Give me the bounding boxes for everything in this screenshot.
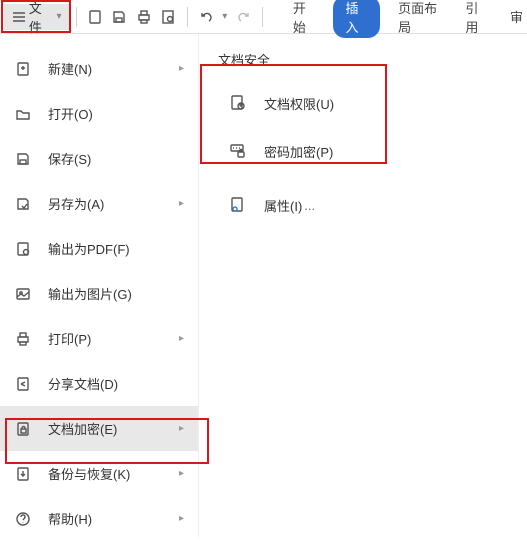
toolbar-divider (76, 7, 77, 27)
submenu-permissions[interactable]: 文档权限(U) (200, 79, 520, 127)
submenu-properties-ellipsis: ... (304, 198, 315, 213)
encrypt-icon (14, 420, 32, 438)
hamburger-icon (12, 10, 25, 24)
menu-open-label: 打开(O) (48, 104, 184, 123)
pdf-icon (14, 240, 32, 258)
menu-export-pdf[interactable]: 输出为PDF(F) (0, 226, 198, 271)
chevron-right-icon: ▸ (179, 468, 184, 479)
undo-icon[interactable] (196, 6, 217, 28)
menu-print-label: 打印(P) (48, 329, 179, 348)
chevron-right-icon: ▸ (179, 333, 184, 344)
submenu-properties[interactable]: 属性(I) ... (200, 181, 520, 229)
tab-review[interactable]: 审 (506, 5, 527, 28)
chevron-right-icon: ▸ (179, 513, 184, 524)
chevron-right-icon: ▸ (179, 423, 184, 434)
menu-pdf-label: 输出为PDF(F) (48, 239, 184, 258)
new-icon (14, 60, 32, 78)
chevron-down-icon: ▾ (56, 11, 61, 22)
menu-backup[interactable]: 备份与恢复(K) ▸ (0, 451, 198, 496)
menu-saveas[interactable]: 另存为(A) ▸ (0, 181, 198, 226)
menu-encrypt-label: 文档加密(E) (48, 419, 179, 438)
menu-backup-label: 备份与恢复(K) (48, 464, 179, 483)
menu-help-label: 帮助(H) (48, 509, 179, 528)
submenu-password-label: 密码加密(P) (264, 142, 333, 161)
menu-save[interactable]: 保存(S) (0, 136, 198, 181)
menu-open[interactable]: 打开(O) (0, 91, 198, 136)
menu-print[interactable]: 打印(P) ▸ (0, 316, 198, 361)
menu-share[interactable]: 分享文档(D) (0, 361, 198, 406)
save-icon[interactable] (109, 6, 130, 28)
saveas-icon (14, 195, 32, 213)
tab-layout[interactable]: 页面布局 (394, 0, 447, 38)
permissions-icon (228, 93, 248, 113)
tab-start[interactable]: 开始 (289, 0, 320, 38)
properties-icon (228, 195, 248, 215)
password-icon (228, 141, 248, 161)
toolbar-divider (187, 7, 188, 27)
file-dropdown-menu: 新建(N) ▸ 打开(O) 保存(S) 另存为(A) ▸ 输出为PDF(F) 输… (0, 34, 199, 537)
redo-icon[interactable] (233, 6, 254, 28)
menu-export-image[interactable]: 输出为图片(G) (0, 271, 198, 316)
top-toolbar: 文件 ▾ ▾ 开始 插入 页面布局 引用 审 (0, 0, 527, 34)
menu-share-label: 分享文档(D) (48, 374, 184, 393)
help-icon (14, 510, 32, 528)
file-menu-label: 文件 (29, 0, 53, 36)
toolbar-divider (262, 7, 263, 27)
save-icon (14, 150, 32, 168)
chevron-right-icon: ▸ (179, 63, 184, 74)
tab-insert[interactable]: 插入 (333, 0, 380, 38)
menu-help[interactable]: 帮助(H) ▸ (0, 496, 198, 541)
image-icon (14, 285, 32, 303)
menu-saveas-label: 另存为(A) (48, 194, 179, 213)
menu-new[interactable]: 新建(N) ▸ (0, 46, 198, 91)
submenu-permissions-label: 文档权限(U) (264, 94, 334, 113)
tab-references[interactable]: 引用 (461, 0, 492, 38)
preview-icon[interactable] (158, 6, 179, 28)
menu-image-label: 输出为图片(G) (48, 284, 184, 303)
print-icon[interactable] (134, 6, 155, 28)
undo-dropdown-icon[interactable]: ▾ (220, 6, 229, 28)
new-doc-icon[interactable] (84, 6, 105, 28)
file-menu-button[interactable]: 文件 ▾ (4, 4, 70, 30)
submenu-properties-label: 属性(I) (264, 196, 302, 215)
backup-icon (14, 465, 32, 483)
submenu-title: 文档安全 (200, 40, 520, 79)
submenu-password[interactable]: 密码加密(P) (200, 127, 520, 175)
ribbon-tabs: 开始 插入 页面布局 引用 审 (289, 0, 527, 38)
menu-save-label: 保存(S) (48, 149, 184, 168)
menu-new-label: 新建(N) (48, 59, 179, 78)
folder-icon (14, 105, 32, 123)
menu-encrypt[interactable]: 文档加密(E) ▸ (0, 406, 198, 451)
encrypt-submenu: 文档安全 文档权限(U) 密码加密(P) 属性(I) ... (200, 40, 520, 229)
print-icon (14, 330, 32, 348)
chevron-right-icon: ▸ (179, 198, 184, 209)
share-icon (14, 375, 32, 393)
